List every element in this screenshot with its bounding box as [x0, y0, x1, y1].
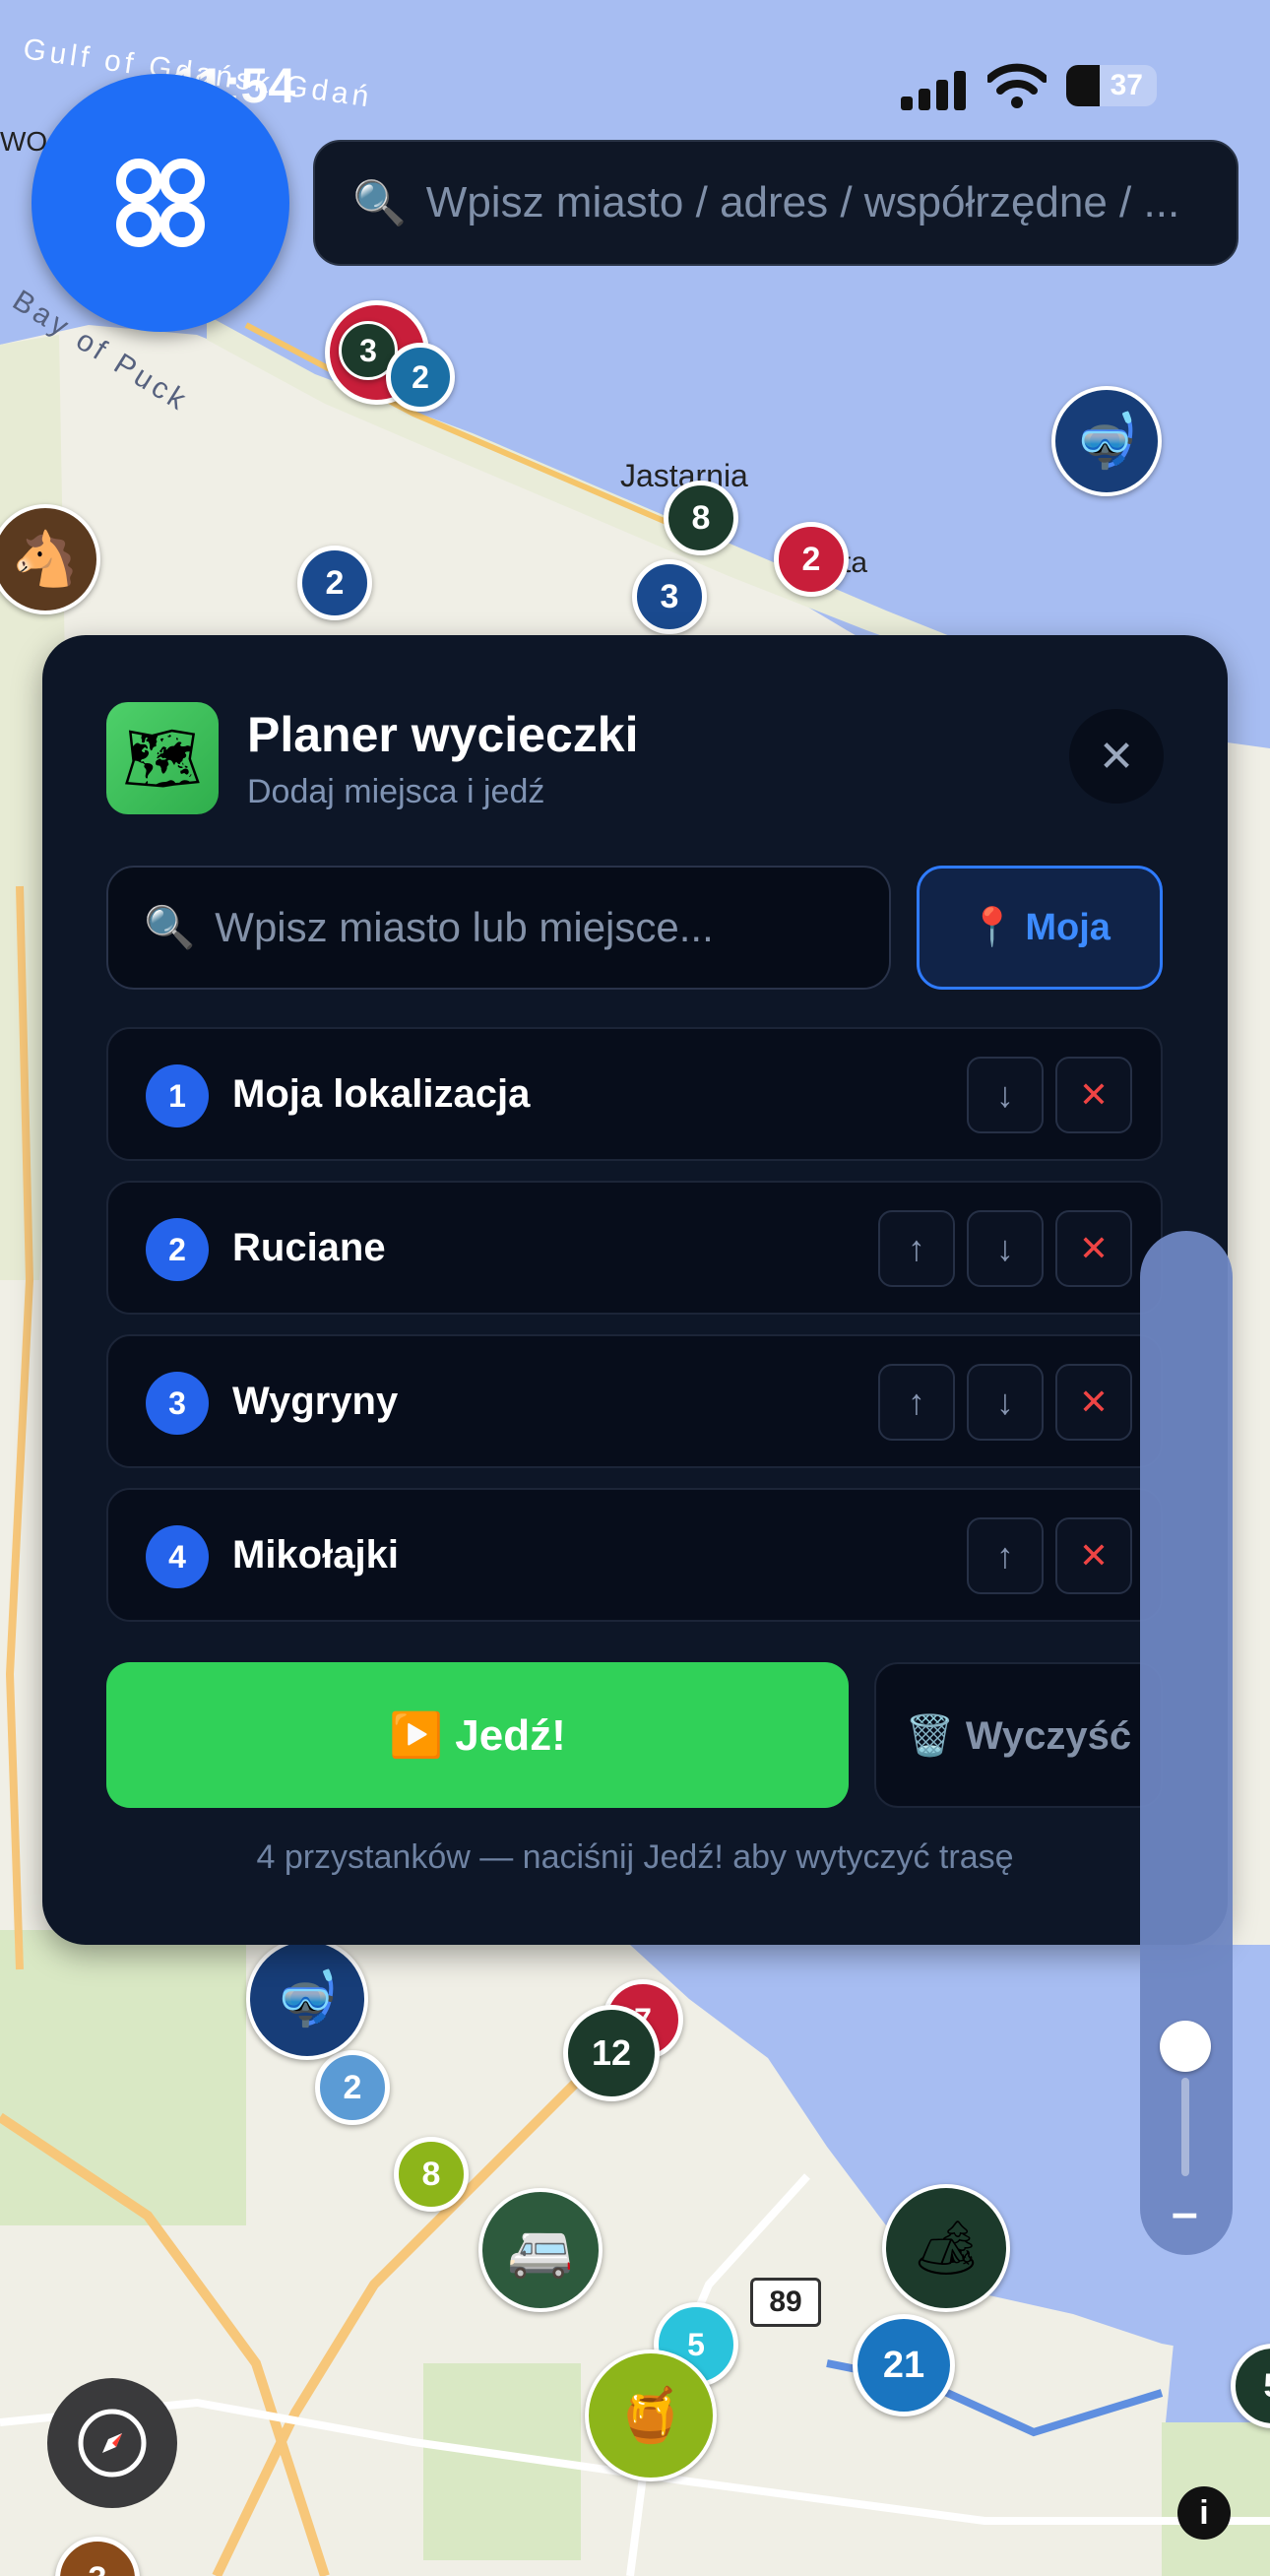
cluster-marker[interactable]: 8	[664, 481, 738, 555]
top-search-input[interactable]	[423, 177, 1237, 228]
clear-button[interactable]: 🗑️ Wyczyść	[874, 1662, 1163, 1808]
trip-planner-panel: 🗺 Planer wycieczki Dodaj miejsca i jedź …	[42, 635, 1228, 1945]
cluster-marker[interactable]: 2	[774, 522, 849, 597]
cluster-marker[interactable]: 3	[632, 559, 707, 634]
go-button[interactable]: ▶️ Jedź!	[106, 1662, 849, 1808]
search-icon: 🔍	[144, 903, 196, 950]
road-number: 89	[750, 2278, 821, 2327]
camper-poi-icon[interactable]: 🚐	[478, 2188, 603, 2312]
stop-item[interactable]: 1 Moja lokalizacja ↓ ✕	[106, 1027, 1163, 1161]
stop-name: Wygryny	[232, 1380, 399, 1423]
move-up-button[interactable]: ↑	[967, 1517, 1044, 1594]
battery-fill	[1066, 65, 1101, 106]
my-location-button[interactable]: 📍 Moja	[917, 866, 1163, 990]
remove-stop-button[interactable]: ✕	[1055, 1057, 1132, 1133]
compass-button[interactable]	[47, 2378, 177, 2508]
compass-icon	[78, 2409, 147, 2478]
cluster-marker[interactable]: 12	[563, 2005, 660, 2101]
stop-item[interactable]: 4 Mikołajki ↑ ✕	[106, 1488, 1163, 1622]
stop-number: 3	[146, 1372, 209, 1435]
move-down-button[interactable]: ↓	[967, 1057, 1044, 1133]
panel-title: Planer wycieczki	[247, 707, 639, 762]
cluster-marker[interactable]: 2	[386, 343, 455, 412]
stop-name: Ruciane	[232, 1226, 386, 1269]
map-icon: 🗺	[122, 722, 203, 794]
cluster-marker[interactable]: 2	[297, 546, 372, 620]
cluster-marker[interactable]: 2	[315, 2050, 390, 2125]
menu-button[interactable]	[32, 74, 289, 332]
remove-stop-button[interactable]: ✕	[1055, 1364, 1132, 1441]
cellular-signal-icon	[901, 71, 966, 110]
info-button[interactable]: i	[1177, 2486, 1231, 2540]
my-location-label: Moja	[1025, 906, 1111, 948]
cluster-marker[interactable]: 21	[853, 2314, 955, 2416]
top-search-bar[interactable]: 🔍	[313, 140, 1238, 266]
cluster-marker[interactable]: 8	[394, 2137, 469, 2212]
search-icon: 🔍	[352, 179, 407, 227]
remove-stop-button[interactable]: ✕	[1055, 1517, 1132, 1594]
stop-number: 1	[146, 1064, 209, 1127]
stop-name: Mikołajki	[232, 1533, 399, 1577]
stop-name: Moja lokalizacja	[232, 1072, 531, 1116]
move-up-button[interactable]: ↑	[878, 1210, 955, 1287]
move-down-button[interactable]: ↓	[967, 1210, 1044, 1287]
close-icon: ✕	[1098, 732, 1135, 781]
move-up-button[interactable]: ↑	[878, 1364, 955, 1441]
diving-poi-icon[interactable]: 🤿	[1051, 386, 1162, 496]
panel-subtitle: Dodaj miejsca i jedź	[247, 773, 545, 810]
move-down-button[interactable]: ↓	[967, 1364, 1044, 1441]
stop-item[interactable]: 3 Wygryny ↑ ↓ ✕	[106, 1334, 1163, 1468]
battery-icon: 37	[1066, 65, 1157, 106]
battery-level: 37	[1110, 69, 1143, 101]
place-search-field[interactable]: 🔍	[106, 866, 891, 990]
route-hint: 4 przystanków — naciśnij Jedź! aby wytyc…	[256, 1838, 1014, 1876]
zoom-out-button[interactable]: –	[1172, 2186, 1198, 2240]
map-app-icon: 🗺	[106, 702, 219, 814]
zoom-slider-knob[interactable]	[1160, 2021, 1211, 2072]
stop-item[interactable]: 2 Ruciane ↑ ↓ ✕	[106, 1181, 1163, 1315]
stop-number: 2	[146, 1218, 209, 1281]
tent-poi-icon[interactable]: 🏕	[882, 2184, 1010, 2312]
remove-stop-button[interactable]: ✕	[1055, 1210, 1132, 1287]
place-search-input[interactable]	[213, 903, 867, 952]
stop-number: 4	[146, 1525, 209, 1588]
zoom-track-line	[1181, 2078, 1189, 2176]
honey-poi-icon[interactable]: 🍯	[585, 2350, 717, 2481]
wifi-icon	[987, 63, 1047, 108]
grid-menu-icon	[116, 159, 205, 247]
close-button[interactable]: ✕	[1069, 709, 1164, 804]
diving-poi-icon[interactable]: 🤿	[246, 1938, 368, 2060]
pin-icon: 📍	[969, 907, 1016, 948]
